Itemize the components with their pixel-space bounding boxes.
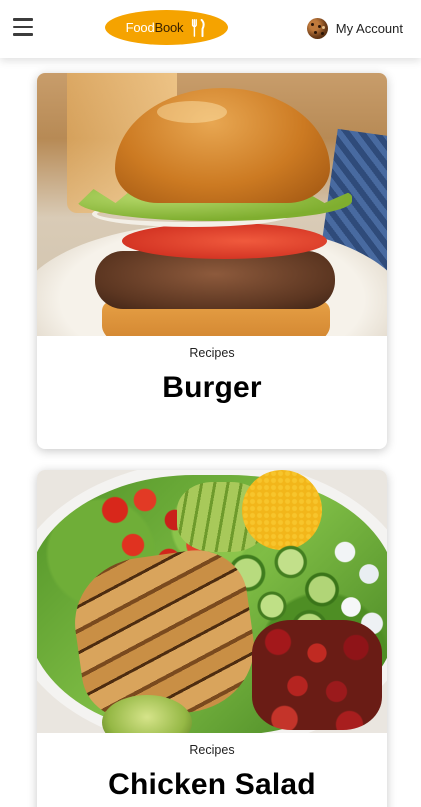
card-category: Recipes [189, 743, 235, 757]
card-title: Burger [162, 371, 262, 404]
card-category: Recipes [189, 346, 235, 360]
my-account-link[interactable]: My Account [306, 17, 403, 39]
recipe-card-burger[interactable]: Recipes Burger [37, 73, 387, 449]
avatar [306, 17, 328, 39]
hamburger-menu-icon[interactable] [13, 18, 33, 37]
fork-knife-icon [192, 18, 205, 37]
burger-image [37, 73, 387, 336]
chicken-salad-image [37, 470, 387, 733]
recipe-card-chicken-salad[interactable]: Recipes Chicken Salad [37, 470, 387, 807]
top-navigation-bar: FoodBook My Account [0, 0, 421, 58]
foodbook-logo[interactable]: FoodBook [105, 10, 228, 45]
account-label: My Account [335, 20, 403, 36]
logo-wordmark: FoodBook [125, 20, 184, 35]
card-title: Chicken Salad [108, 768, 316, 801]
